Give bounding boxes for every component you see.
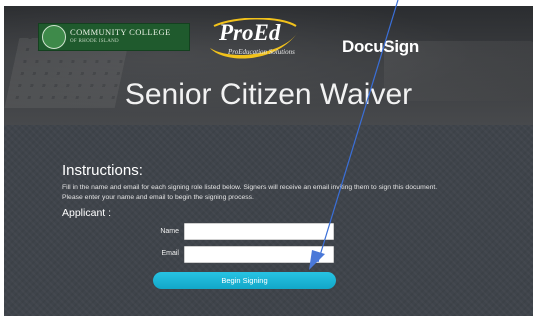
- begin-signing-button[interactable]: Begin Signing: [153, 272, 336, 289]
- ccri-seal-icon: [42, 25, 66, 49]
- college-name: COMMUNITY COLLEGE: [70, 27, 171, 37]
- proed-tagline: ProEducation Solutions: [228, 48, 295, 56]
- name-label: Name: [160, 228, 179, 235]
- instructions-text: Fill in the name and email for each sign…: [62, 184, 438, 201]
- page-title: Senior Citizen Waiver: [124, 78, 413, 111]
- proed-logo: ProEd ProEducation Solutions: [206, 18, 301, 66]
- email-field[interactable]: [184, 246, 334, 263]
- college-subname: OF RHODE ISLAND: [70, 39, 119, 44]
- ccri-logo: COMMUNITY COLLEGE OF RHODE ISLAND: [38, 23, 190, 51]
- email-label: Email: [161, 250, 179, 257]
- role-label: Applicant :: [62, 207, 112, 219]
- proed-name: ProEd: [219, 20, 281, 45]
- header-banner: COMMUNITY COLLEGE OF RHODE ISLAND ProEd …: [4, 6, 533, 125]
- form-panel: Instructions: Fill in the name and email…: [4, 125, 533, 316]
- instructions-heading: Instructions:: [62, 162, 143, 179]
- docusign-powerform-page: COMMUNITY COLLEGE OF RHODE ISLAND ProEd …: [4, 6, 533, 316]
- docusign-logo: DocuSign: [342, 37, 419, 56]
- name-field[interactable]: [184, 223, 334, 240]
